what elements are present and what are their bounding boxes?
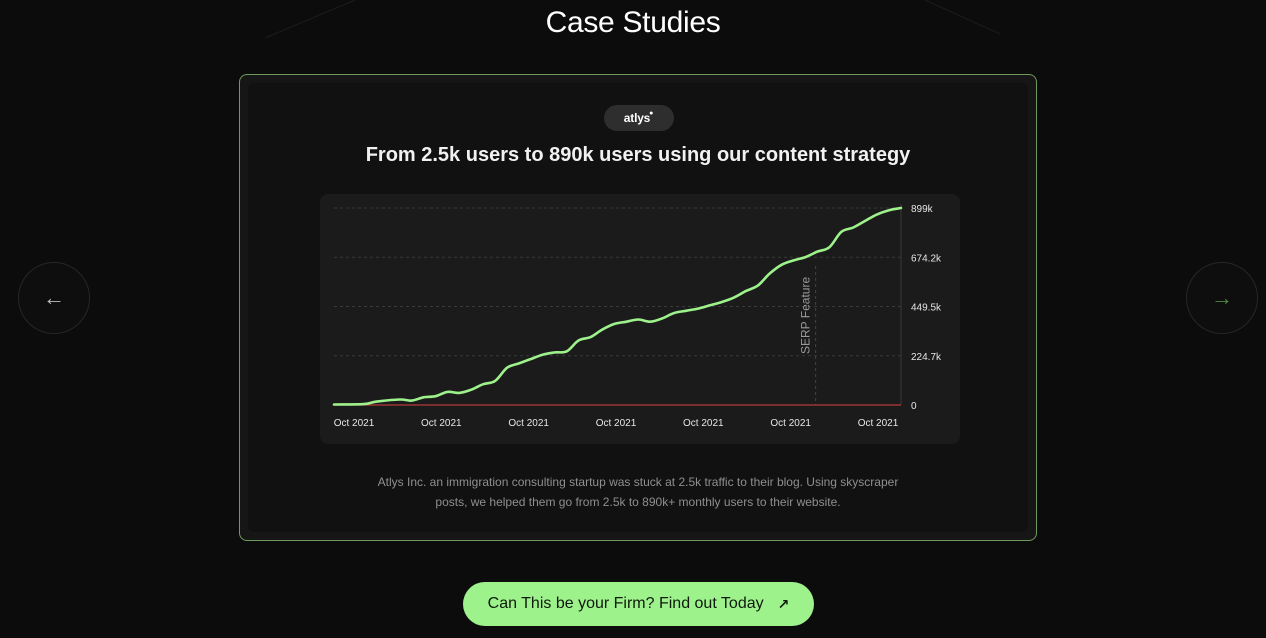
- chart-y-tick-label: 0: [911, 401, 917, 412]
- arrow-right-icon: →: [1211, 285, 1233, 310]
- chart-x-tick-label: Oct 2021: [421, 418, 462, 429]
- traffic-chart-svg: 0 224.7k 449.5k 674.2k 899k SERP Feature Oct 2…: [332, 204, 942, 429]
- chart-y-tick-label: 899k: [911, 204, 934, 215]
- client-logo: atlys●: [604, 105, 674, 131]
- case-study-headline: From 2.5k users to 890k users using our …: [365, 144, 911, 166]
- chart-x-tick-label: Oct 2021: [508, 418, 549, 429]
- chart-x-tick-label: Oct 2021: [596, 418, 637, 429]
- client-logo-text: atlys: [623, 111, 651, 125]
- cta-label: Can This be your Firm? Find out Today: [487, 595, 764, 612]
- case-studies-page: Case Studies ← atlys● From 2.5k users to…: [0, 0, 1266, 638]
- chart-x-tick-label: Oct 2021: [770, 418, 811, 429]
- next-slide-button[interactable]: →: [1186, 262, 1258, 334]
- chart-x-tick-label: Oct 2021: [334, 418, 375, 429]
- previous-slide-button[interactable]: ←: [18, 262, 90, 334]
- case-study-description: Atlys Inc. an immigration consulting sta…: [377, 475, 899, 509]
- cta-button[interactable]: Can This be your Firm? Find out Today ↗: [463, 582, 814, 626]
- arrow-up-right-icon: ↗: [777, 595, 790, 612]
- chart-y-tick-label: 674.2k: [911, 253, 942, 264]
- chart-x-tick-label: Oct 2021: [858, 418, 899, 429]
- arrow-left-icon: ←: [43, 285, 65, 310]
- case-study-card-inner: atlys● From 2.5k users to 890k users usi…: [248, 83, 1028, 532]
- chart-y-tick-label: 224.7k: [911, 352, 942, 363]
- section-title: Case Studies: [545, 6, 721, 39]
- case-study-card: atlys● From 2.5k users to 890k users usi…: [239, 74, 1037, 541]
- chart-y-tick-label: 449.5k: [911, 303, 942, 314]
- chart-annotation-label: SERP Feature: [799, 277, 813, 354]
- chart-x-tick-label: Oct 2021: [683, 418, 724, 429]
- traffic-chart: 0 224.7k 449.5k 674.2k 899k SERP Feature Oct 2…: [320, 194, 960, 444]
- client-logo-mark: ●: [649, 110, 654, 117]
